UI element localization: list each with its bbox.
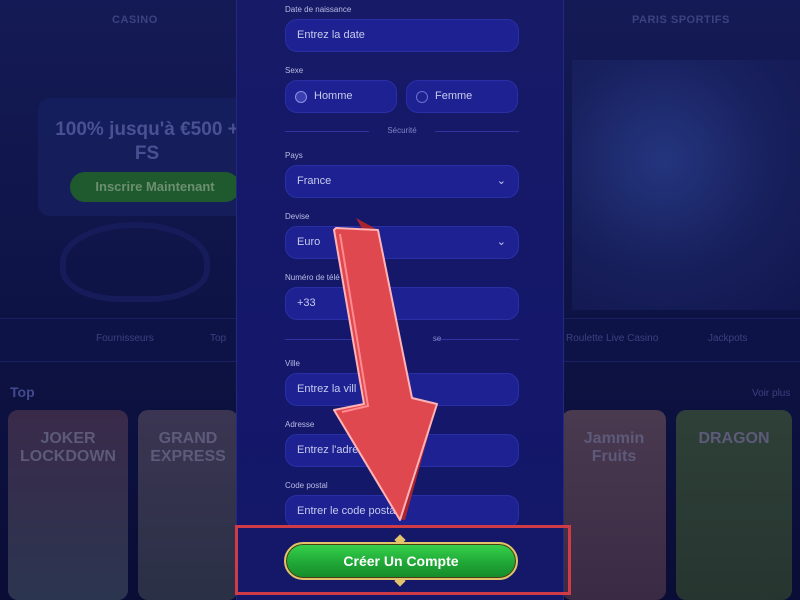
game-tile[interactable]: DRAGON bbox=[676, 410, 792, 600]
security-divider: Sécurité bbox=[285, 126, 519, 135]
radio-unselected-icon bbox=[416, 91, 428, 103]
game-title: GRAND EXPRESS bbox=[150, 430, 226, 465]
address-input[interactable]: Entrez l'adres bbox=[285, 434, 519, 467]
see-all-link[interactable]: Voir plus bbox=[752, 388, 790, 399]
currency-select[interactable]: Euro ⌄ bbox=[285, 226, 519, 259]
gender-option-label: Femme bbox=[435, 90, 473, 102]
currency-label: Devise bbox=[285, 212, 310, 221]
gender-label: Sexe bbox=[285, 66, 304, 75]
birthdate-input[interactable]: Entrez la date bbox=[285, 19, 519, 52]
registration-modal: Date de naissance Entrez la date Sexe Ho… bbox=[236, 0, 564, 600]
create-account-button[interactable]: Créer Un Compte bbox=[284, 542, 518, 580]
game-title: Jammin Fruits bbox=[583, 430, 645, 465]
nav-item-top[interactable]: Top bbox=[210, 333, 226, 344]
security-divider-label: Sécurité bbox=[387, 126, 417, 135]
nav-item-live-casino[interactable]: Roulette Live Casino bbox=[566, 333, 658, 344]
hero-character-art bbox=[572, 60, 800, 310]
city-label: Ville bbox=[285, 359, 300, 368]
currency-value: Euro bbox=[297, 236, 321, 248]
game-tile[interactable]: JOKER LOCKDOWN bbox=[8, 410, 128, 600]
address-label: Adresse bbox=[285, 420, 315, 429]
gender-option-male[interactable]: Homme bbox=[285, 80, 397, 113]
phone-label: Numéro de télé bbox=[285, 273, 340, 282]
country-label: Pays bbox=[285, 151, 303, 160]
promo-signup-button[interactable]: Inscrire Maintenant bbox=[70, 172, 240, 202]
game-title: DRAGON bbox=[698, 430, 770, 447]
address-divider: se bbox=[285, 334, 519, 343]
section-title: Top bbox=[10, 384, 35, 400]
postal-code-label: Code postal bbox=[285, 481, 328, 490]
chevron-down-icon: ⌄ bbox=[496, 236, 506, 248]
game-tile[interactable]: Jammin Fruits bbox=[562, 410, 666, 600]
promo-title: 100% jusqu'à €500 + FS bbox=[55, 119, 239, 164]
postal-code-input[interactable]: Entrer le code posta bbox=[285, 495, 519, 528]
game-tile[interactable]: GRAND EXPRESS bbox=[138, 410, 238, 600]
gender-option-label: Homme bbox=[314, 90, 353, 102]
gender-option-female[interactable]: Femme bbox=[406, 80, 518, 113]
radio-selected-icon bbox=[295, 91, 307, 103]
chevron-down-icon: ⌄ bbox=[496, 175, 506, 187]
promo-illustration bbox=[60, 222, 210, 302]
nav-item-providers[interactable]: Fournisseurs bbox=[96, 333, 154, 344]
tab-casino[interactable]: CASINO bbox=[112, 14, 158, 26]
game-title: JOKER LOCKDOWN bbox=[20, 430, 116, 465]
address-divider-label: se bbox=[432, 334, 442, 343]
nav-item-jackpots[interactable]: Jackpots bbox=[708, 333, 747, 344]
city-input[interactable]: Entrez la vill bbox=[285, 373, 519, 406]
tab-sports[interactable]: PARIS SPORTIFS bbox=[632, 14, 730, 26]
country-select[interactable]: France ⌄ bbox=[285, 165, 519, 198]
country-value: France bbox=[297, 175, 332, 187]
phone-input[interactable]: +33 bbox=[285, 287, 519, 320]
birthdate-label: Date de naissance bbox=[285, 5, 352, 14]
